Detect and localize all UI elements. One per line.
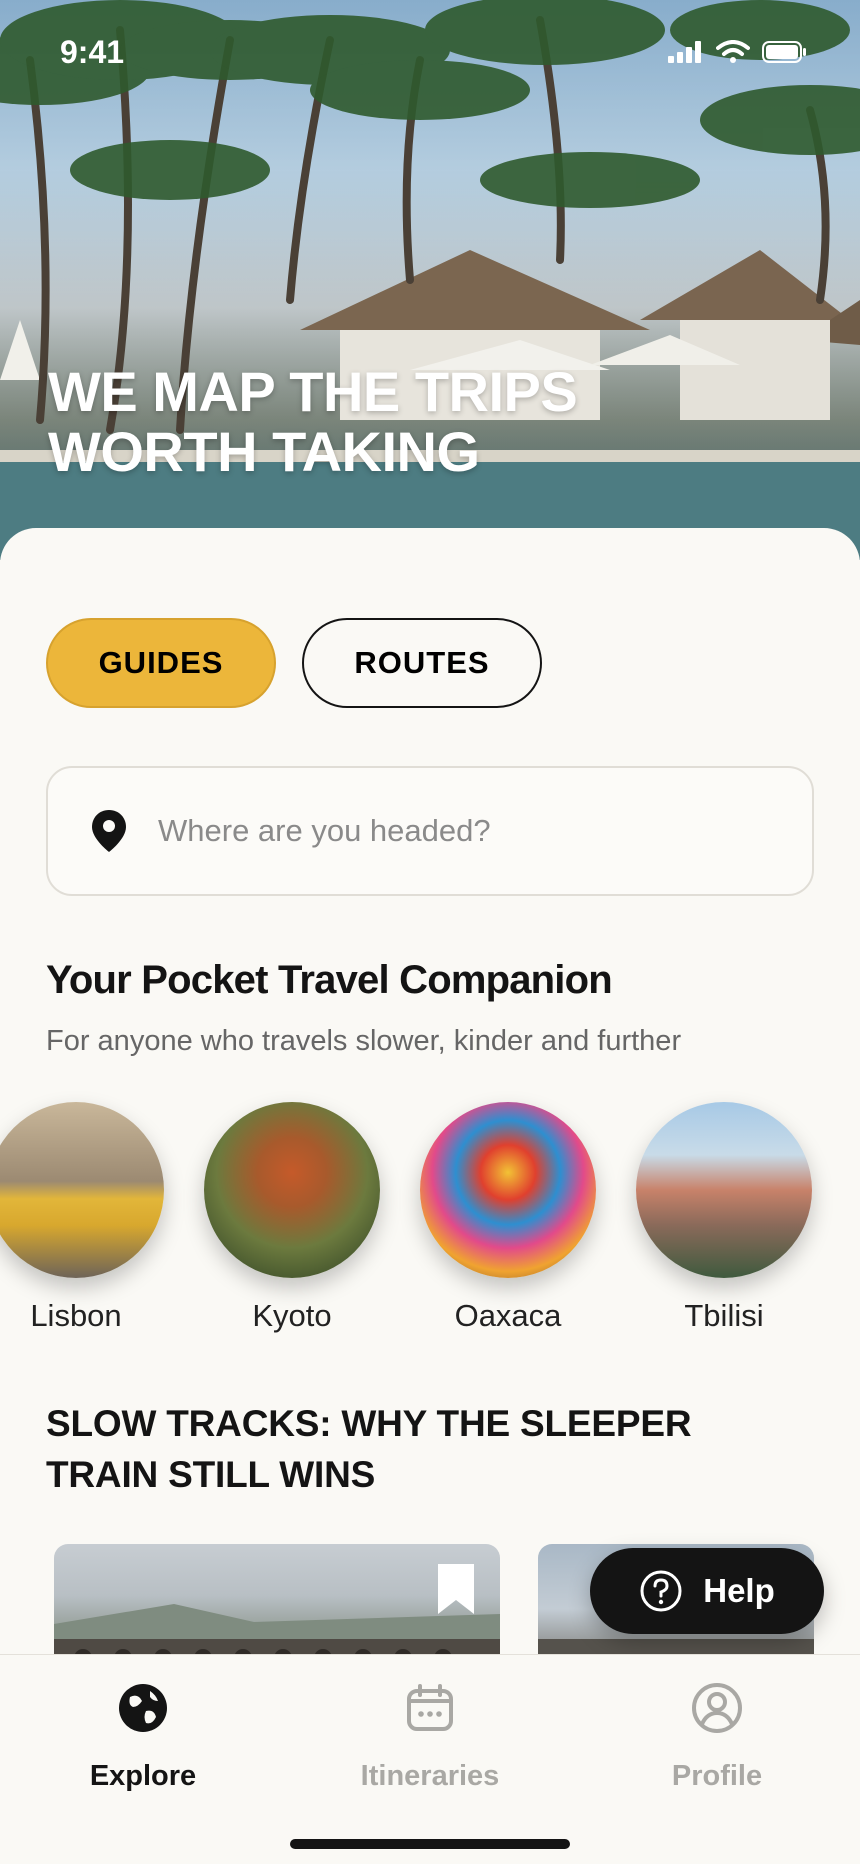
battery-icon — [762, 41, 806, 63]
home-indicator — [290, 1839, 570, 1849]
city-carousel: Lisbon Kyoto Oaxaca Tbilisi — [0, 1102, 860, 1362]
calendar-icon — [407, 1684, 453, 1731]
section-subtitle: For anyone who travels slower, kinder an… — [46, 1025, 682, 1057]
help-button[interactable]: Help — [590, 1548, 824, 1634]
section-title: Your Pocket Travel Companion — [46, 958, 613, 1002]
hero-title: WE MAP THE TRIPS WORTH TAKING — [48, 360, 578, 483]
tab-label: Profile — [671, 1760, 763, 1792]
status-bar: 9:41 — [0, 0, 860, 110]
city-item-tbilisi[interactable]: Tbilisi — [634, 1102, 814, 1334]
tab-itineraries[interactable]: Itineraries — [330, 1681, 530, 1793]
city-item-oaxaca[interactable]: Oaxaca — [418, 1102, 598, 1334]
city-item-kyoto[interactable]: Kyoto — [202, 1102, 382, 1334]
bookmark-icon[interactable] — [438, 1564, 474, 1614]
tab-routes[interactable]: ROUTES — [302, 618, 542, 708]
help-label: Help — [703, 1572, 775, 1609]
city-name: Oaxaca — [454, 1298, 562, 1333]
tab-label: Explore — [89, 1760, 197, 1792]
question-circle-icon — [640, 1570, 682, 1612]
city-image-lisbon — [0, 1102, 164, 1278]
city-name: Tbilisi — [684, 1298, 764, 1333]
city-image-tbilisi — [636, 1102, 812, 1278]
city-name: Lisbon — [30, 1298, 122, 1333]
status-icons — [668, 40, 808, 64]
hero-banner: 9:41 WE MAP THE TRIPS WORTH TAKING — [0, 0, 860, 560]
tab-label: Itineraries — [360, 1760, 500, 1792]
status-time: 9:41 — [60, 34, 125, 70]
globe-icon — [119, 1684, 167, 1732]
tab-guides[interactable]: GUIDES — [46, 618, 276, 708]
bottom-tab-bar: Explore Itineraries Profile — [0, 1654, 860, 1864]
user-circle-icon — [692, 1683, 742, 1733]
search-box[interactable] — [46, 766, 814, 896]
city-image-oaxaca — [420, 1102, 596, 1278]
guide-route-toggle: GUIDES ROUTES — [46, 618, 542, 708]
city-image-kyoto — [204, 1102, 380, 1278]
wifi-icon — [716, 40, 750, 63]
tab-explore[interactable]: Explore — [43, 1681, 243, 1793]
location-pin-icon — [92, 810, 126, 852]
cellular-signal-icon — [668, 41, 701, 63]
city-item-lisbon[interactable]: Lisbon — [0, 1102, 166, 1334]
search-input[interactable] — [158, 813, 758, 849]
city-name: Kyoto — [252, 1298, 332, 1333]
tab-profile[interactable]: Profile — [617, 1681, 817, 1793]
article-section-title: SLOW TRACKS: WHY THE SLEEPER TRAIN STILL… — [46, 1403, 692, 1495]
